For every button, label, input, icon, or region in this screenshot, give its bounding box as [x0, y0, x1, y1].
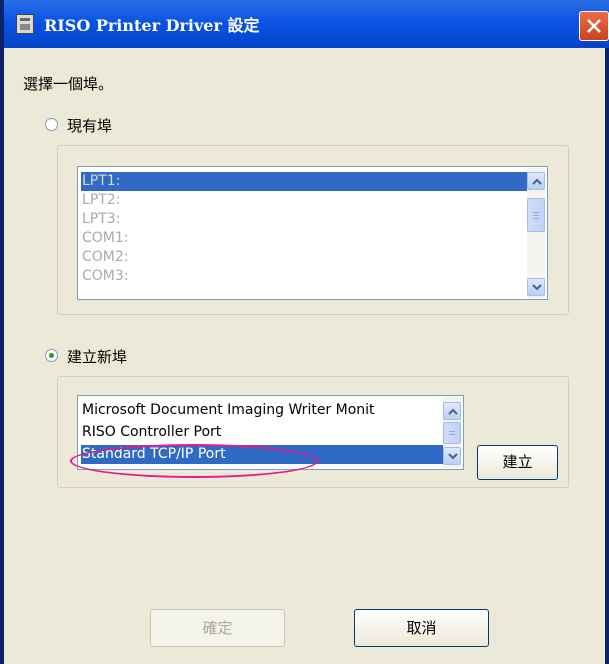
- existing-port-scrollbar[interactable]: [527, 168, 545, 298]
- list-item[interactable]: COM3:: [81, 267, 527, 286]
- chevron-down-icon: [448, 453, 458, 460]
- list-item[interactable]: COM1:: [81, 229, 527, 248]
- list-item[interactable]: RISO Controller Port: [81, 423, 443, 442]
- title-bar[interactable]: RISO Printer Driver 設定: [4, 0, 609, 48]
- chevron-down-icon: [532, 284, 542, 291]
- ok-button[interactable]: 確定: [150, 609, 285, 647]
- window-title: RISO Printer Driver 設定: [44, 16, 260, 35]
- chevron-up-icon: [532, 178, 542, 185]
- chevron-up-icon: [448, 408, 458, 415]
- new-port-label[interactable]: 建立新埠: [67, 346, 127, 367]
- scroll-thumb[interactable]: [527, 198, 545, 232]
- list-item[interactable]: Standard TCP/IP Port: [81, 445, 443, 464]
- scroll-down-button[interactable]: [527, 278, 545, 296]
- list-item[interactable]: Microsoft Document Imaging Writer Monit: [81, 401, 443, 420]
- existing-port-label[interactable]: 現有埠: [67, 115, 112, 136]
- list-item[interactable]: COM2:: [81, 248, 527, 267]
- existing-port-radio[interactable]: [45, 118, 58, 131]
- close-button[interactable]: [579, 11, 609, 41]
- printer-icon: [16, 14, 34, 34]
- scroll-down-button[interactable]: [443, 447, 461, 465]
- existing-port-list[interactable]: LPT1: LPT2: LPT3: COM1: COM2: COM3:: [77, 166, 548, 300]
- new-port-scrollbar[interactable]: [443, 397, 461, 468]
- dialog-window: RISO Printer Driver 設定 選擇一個埠。 現有埠 LPT1: …: [0, 0, 609, 664]
- scroll-up-button[interactable]: [443, 402, 461, 420]
- new-port-list[interactable]: Microsoft Document Imaging Writer Monit …: [77, 395, 464, 470]
- close-icon: [587, 19, 601, 33]
- scroll-up-button[interactable]: [527, 172, 545, 190]
- list-item[interactable]: LPT3:: [81, 210, 527, 229]
- list-item[interactable]: LPT1:: [81, 172, 527, 191]
- scroll-thumb[interactable]: [443, 422, 461, 444]
- list-item[interactable]: LPT2:: [81, 191, 527, 210]
- prompt-label: 選擇一個埠。: [23, 75, 114, 93]
- cancel-button[interactable]: 取消: [354, 609, 489, 647]
- create-port-button[interactable]: 建立: [477, 445, 558, 480]
- new-port-radio[interactable]: [45, 349, 58, 362]
